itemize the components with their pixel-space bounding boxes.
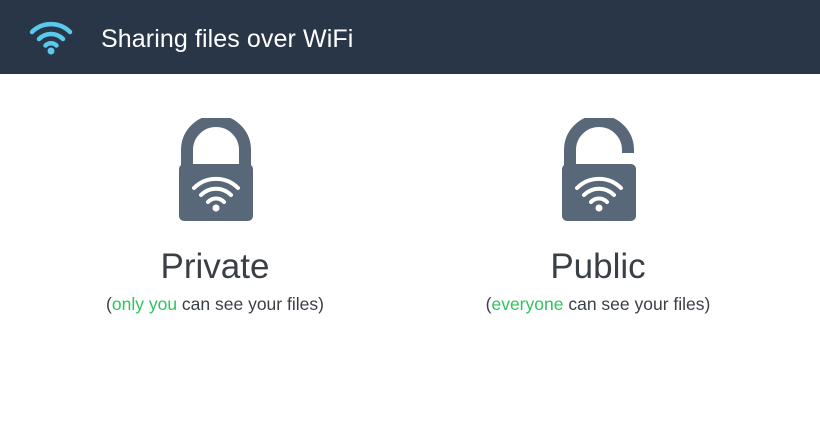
private-title: Private [160,247,270,286]
private-highlight: only you [111,294,178,314]
public-option[interactable]: Public (everyone can see your files) [433,118,763,338]
private-desc-rest: can see your files) [177,294,324,314]
app-header: Sharing files over WiFi [0,0,820,74]
private-description: (only you can see your files) [50,292,380,316]
lock-open-wifi-icon [562,118,636,221]
wifi-icon [29,21,73,55]
public-title: Public [550,247,646,286]
public-desc-rest: can see your files) [563,294,711,314]
public-description: (everyone can see your files) [433,292,763,316]
public-highlight: everyone [491,294,564,314]
private-option[interactable]: Private (only you can see your files) [50,118,380,338]
header-title: Sharing files over WiFi [101,25,354,53]
lock-closed-wifi-icon [179,118,253,221]
